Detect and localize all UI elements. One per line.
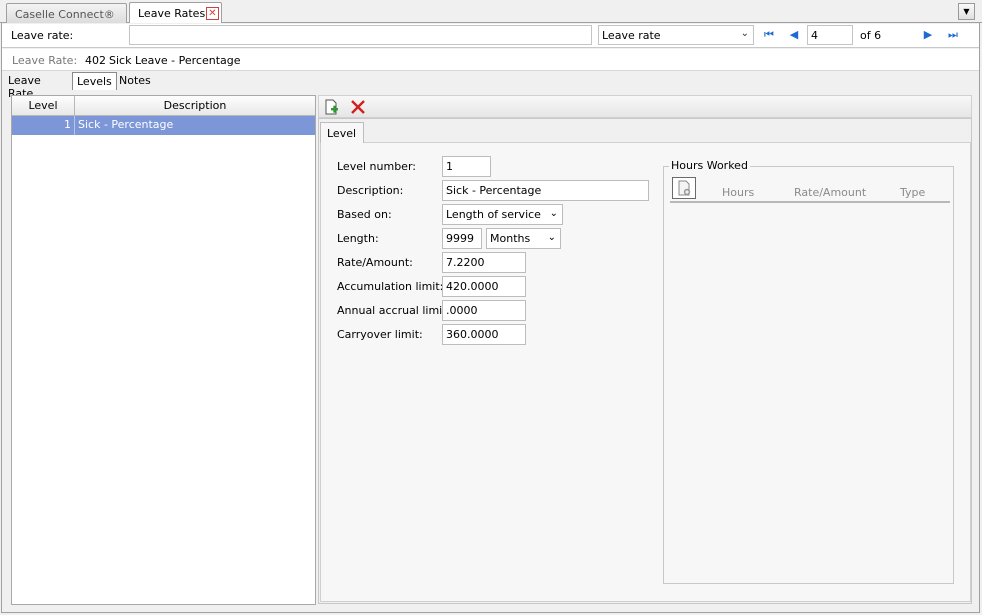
doc-tab-label: Leave Rates [138,7,206,20]
record-summary: Leave Rate: 402 Sick Leave - Percentage [2,49,979,71]
lookup-field-value: Leave rate [602,29,661,42]
doc-tab-leave-rates[interactable]: Leave Rates ✕ [129,2,222,24]
grid-header: Level Description [12,96,315,116]
next-record-icon[interactable]: ▶ [921,28,935,42]
tab-leave-rate[interactable]: Leave Rate [4,72,45,100]
column-header-hours[interactable]: Hours [722,186,754,199]
add-row-icon [678,180,691,196]
annual-accrual-limit-label: Annual accrual limit: [337,304,451,317]
leave-rate-label: Leave rate: [11,29,74,42]
leave-rate-search-input[interactable] [129,25,592,45]
document-tab-strip: Caselle Connect® Leave Rates ✕ ▼ [0,0,982,24]
record-total: of 6 [860,29,882,42]
accumulation-limit-label: Accumulation limit: [337,280,444,293]
summary-code: 402 [85,54,106,67]
level-number-input[interactable]: 1 [442,156,491,177]
tab-levels[interactable]: Levels [72,72,117,90]
accumulation-limit-input[interactable]: 420.0000 [442,276,526,297]
first-record-icon[interactable]: ⏮ [762,28,776,42]
dropdown-menu-icon[interactable]: ▼ [958,3,975,20]
doc-tab-label: Caselle Connect® [15,8,115,21]
detail-toolbar [318,95,972,118]
last-record-icon[interactable]: ⏭ [946,28,960,42]
tab-level[interactable]: Level [320,122,364,143]
length-label: Length: [337,232,379,245]
cell-level: 1 [12,116,75,135]
based-on-label: Based on: [337,208,392,221]
chevron-down-icon: ⌄ [549,208,558,219]
tab-notes[interactable]: Notes [115,72,155,90]
close-tab-icon[interactable]: ✕ [206,7,219,20]
previous-record-icon[interactable]: ◀ [787,28,801,42]
rate-amount-label: Rate/Amount: [337,256,413,269]
length-unit-select[interactable]: Months ⌄ [486,228,561,249]
add-record-icon[interactable] [323,99,339,115]
column-header-type[interactable]: Type [900,186,925,199]
carryover-limit-label: Carryover limit: [337,328,423,341]
rate-amount-input[interactable]: 7.2200 [442,252,526,273]
length-unit-value: Months [490,232,531,245]
based-on-value: Length of service [446,208,541,221]
chevron-down-icon: ⌄ [740,28,749,39]
description-input[interactable]: Sick - Percentage [442,180,649,201]
description-label: Description: [337,184,404,197]
record-nav-bar: Leave rate: Leave rate ⌄ ⏮ ◀ 4 of 6 ▶ ⏭ [2,24,979,48]
column-header-rate-amount[interactable]: Rate/Amount [794,186,866,199]
hours-worked-group [663,166,954,584]
delete-record-icon[interactable] [350,99,366,115]
chevron-down-icon: ⌄ [547,232,556,243]
lookup-field-select[interactable]: Leave rate ⌄ [598,25,754,45]
cell-description: Sick - Percentage [78,118,174,131]
summary-description: Sick Leave - Percentage [109,54,241,67]
based-on-select[interactable]: Length of service ⌄ [442,204,563,225]
add-row-button[interactable] [672,177,696,199]
current-record-input[interactable]: 4 [807,25,853,45]
doc-tab-caselle-connect[interactable]: Caselle Connect® [6,3,127,23]
length-input[interactable]: 9999 [442,228,482,249]
table-row[interactable]: 1 Sick - Percentage [12,116,315,135]
levels-grid: Level Description 1 Sick - Percentage [11,95,316,605]
summary-label: Leave Rate: [12,54,78,67]
column-header-level[interactable]: Level [12,96,75,116]
annual-accrual-limit-input[interactable]: .0000 [442,300,526,321]
hours-worked-title: Hours Worked [669,159,750,172]
column-header-description[interactable]: Description [75,96,315,116]
level-number-label: Level number: [337,160,416,173]
carryover-limit-input[interactable]: 360.0000 [442,324,526,345]
hours-grid-header-divider [670,201,950,203]
